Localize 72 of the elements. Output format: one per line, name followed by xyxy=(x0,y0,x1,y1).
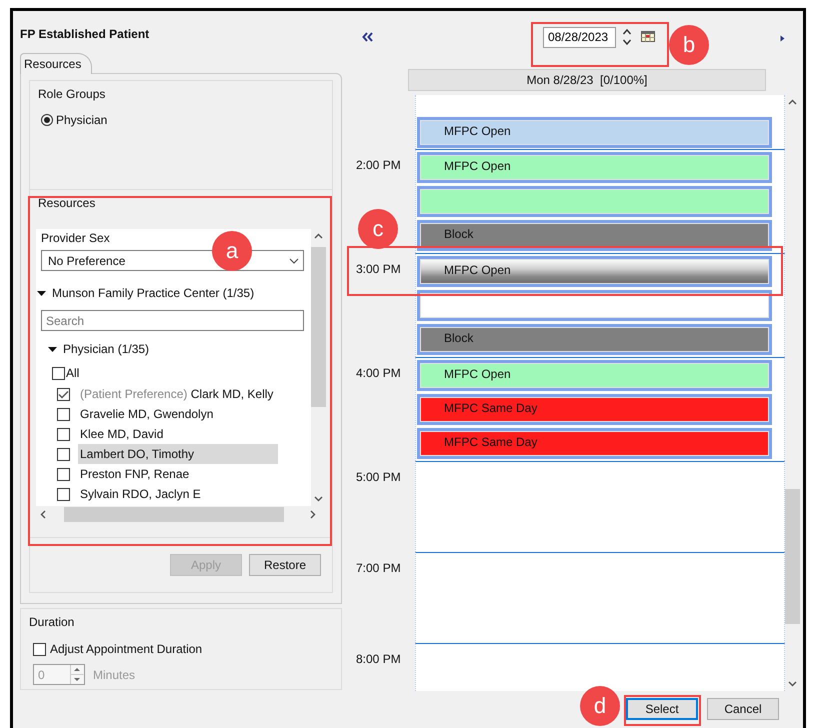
time-label: 5:00 PM xyxy=(356,470,401,484)
checkbox[interactable] xyxy=(57,448,70,460)
group-label: Resources xyxy=(37,195,96,212)
checkbox[interactable] xyxy=(57,428,70,440)
appointment-slot[interactable]: MFPC Open xyxy=(417,360,772,391)
provider-item[interactable]: Preston FNP, Renae xyxy=(78,464,278,484)
appointment-slot[interactable]: MFPC Open xyxy=(417,117,772,148)
chevron-up-icon xyxy=(788,99,797,105)
provider-item[interactable]: (Patient Preference) Clark MD, Kelly xyxy=(78,384,278,404)
provider-item[interactable]: Lambert DO, Timothy xyxy=(78,444,278,464)
checkbox[interactable] xyxy=(57,488,70,500)
radio-button[interactable] xyxy=(41,114,53,126)
spinner-icon[interactable] xyxy=(622,28,632,46)
chevron-down-icon xyxy=(289,258,299,264)
tab[interactable]: Resources xyxy=(20,53,92,74)
time-label: 8:00 PM xyxy=(356,652,401,666)
field-label: Provider Sex xyxy=(41,230,111,247)
tree-node[interactable]: Munson Family Practice Center (1/35) xyxy=(52,284,254,302)
appointment-slot[interactable]: MFPC Same Day xyxy=(417,394,772,425)
appointment-slot[interactable]: Block xyxy=(417,220,772,251)
callout-badge: c xyxy=(358,209,398,249)
tree-node[interactable]: Physician (1/35) xyxy=(63,340,150,358)
provider-item[interactable]: Sylvain RDO, Jaclyn E xyxy=(78,484,278,504)
cancel-button[interactable]: Cancel xyxy=(707,698,779,720)
time-label: 4:00 PM xyxy=(356,366,401,380)
caret-down-icon[interactable] xyxy=(37,288,46,298)
appointment-slot[interactable]: MFPC Open xyxy=(417,256,772,287)
appointment-slot[interactable] xyxy=(417,290,772,321)
day-header: Mon 8/28/23 [0/100%] xyxy=(408,69,766,91)
group-label: Duration xyxy=(29,614,76,631)
chevron-down-icon xyxy=(314,496,323,502)
date-field[interactable]: 08/28/2023 xyxy=(543,26,616,48)
time-slot-area[interactable] xyxy=(415,643,785,691)
unit-label: Minutes xyxy=(93,666,136,684)
calendar-icon[interactable] xyxy=(641,30,655,42)
checkbox[interactable] xyxy=(52,366,65,380)
scrollbar-thumb[interactable] xyxy=(785,489,800,624)
select-button[interactable]: Select xyxy=(626,698,698,720)
callout-badge: b xyxy=(669,25,709,65)
search-field[interactable]: Search xyxy=(41,310,304,331)
double-chevron-left-icon[interactable] xyxy=(362,32,374,42)
checkbox[interactable] xyxy=(57,388,70,400)
callout-badge: d xyxy=(580,686,620,726)
time-slot-area[interactable]: MFPC Open Block xyxy=(415,149,785,253)
checkbox[interactable] xyxy=(33,642,46,656)
appointment-slot[interactable]: MFPC Same Day xyxy=(417,428,772,459)
chevron-left-icon xyxy=(40,510,46,519)
provider-item[interactable]: Gravelie MD, Gwendolyn xyxy=(78,404,278,424)
chevron-up-icon xyxy=(314,233,323,239)
group-label: Role Groups xyxy=(37,86,106,103)
time-label: 3:00 PM xyxy=(356,262,401,276)
checkbox[interactable] xyxy=(57,468,70,480)
time-slot-area[interactable]: MFPC Open Block xyxy=(415,253,785,357)
caret-down-icon[interactable] xyxy=(48,344,57,354)
time-label: 2:00 PM xyxy=(356,158,401,172)
arrow-right-icon[interactable] xyxy=(780,34,785,42)
scrollbar-thumb[interactable] xyxy=(311,247,326,407)
checkbox-label: All xyxy=(66,365,80,382)
chevron-right-icon xyxy=(310,510,316,519)
appointment-slot[interactable]: MFPC Open xyxy=(417,152,772,183)
option-label: Physician xyxy=(56,112,108,129)
appointment-slot[interactable]: Block xyxy=(417,324,772,355)
time-slot-area[interactable]: MFPC Open MFPC Same Day MFPC Same Day xyxy=(415,357,785,461)
restore-button[interactable]: Restore xyxy=(249,554,321,576)
checkbox-label: Adjust Appointment Duration xyxy=(50,641,202,658)
provider-item[interactable]: Klee MD, David xyxy=(78,424,278,444)
time-slot-area[interactable]: MFPC Open xyxy=(415,95,785,149)
checkbox[interactable] xyxy=(57,408,70,420)
scrollbar-thumb[interactable] xyxy=(64,507,284,522)
time-label: 7:00 PM xyxy=(356,561,401,575)
chevron-down-icon xyxy=(788,681,797,687)
window-title: FP Established Patient xyxy=(20,26,150,43)
